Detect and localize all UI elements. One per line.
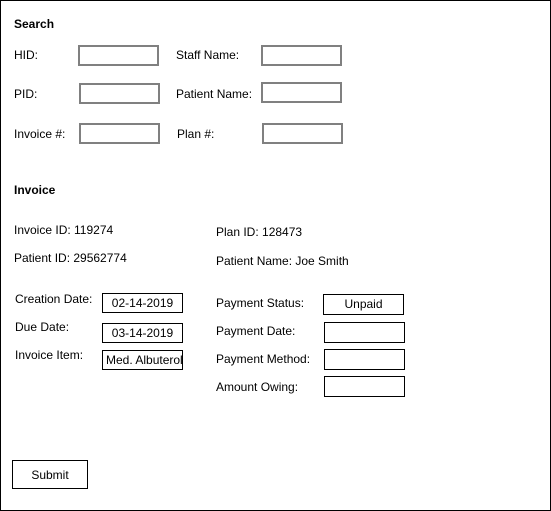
due-date-label: Due Date: (15, 320, 70, 334)
plan-number-input[interactable] (262, 123, 343, 144)
invoice-number-label: Invoice #: (14, 127, 66, 141)
pid-input[interactable] (79, 83, 160, 104)
invoice-id-text: Invoice ID: 119274 (14, 223, 114, 237)
patient-name-label: Patient Name: (176, 87, 253, 101)
payment-date-field[interactable] (324, 322, 405, 343)
payment-date-label: Payment Date: (216, 324, 296, 338)
invoice-number-input[interactable] (79, 123, 160, 144)
plan-number-label: Plan #: (177, 127, 215, 141)
staff-name-input[interactable] (261, 45, 342, 66)
patient-name-text: Patient Name: Joe Smith (216, 254, 349, 268)
payment-status-field[interactable]: Unpaid (323, 294, 404, 315)
staff-name-label: Staff Name: (176, 48, 240, 62)
plan-id-text: Plan ID: 128473 (216, 225, 303, 239)
patient-id-text: Patient ID: 29562774 (14, 251, 127, 265)
payment-method-field[interactable] (324, 349, 405, 370)
amount-owing-label: Amount Owing: (216, 380, 299, 394)
pid-label: PID: (14, 87, 38, 101)
creation-date-field[interactable]: 02-14-2019 (102, 293, 183, 313)
invoice-item-field[interactable]: Med. Albuterol (102, 350, 183, 370)
search-section-title: Search (14, 17, 55, 31)
invoice-item-label: Invoice Item: (15, 348, 84, 362)
amount-owing-field[interactable] (324, 376, 405, 397)
due-date-field[interactable]: 03-14-2019 (102, 323, 183, 343)
invoice-form-panel: Search HID: Staff Name: PID: Patient Nam… (0, 0, 551, 511)
creation-date-label: Creation Date: (15, 292, 93, 306)
payment-method-label: Payment Method: (216, 352, 311, 366)
hid-input[interactable] (78, 45, 159, 66)
submit-button[interactable]: Submit (12, 460, 88, 489)
patient-name-input[interactable] (261, 82, 342, 103)
hid-label: HID: (14, 48, 38, 62)
payment-status-label: Payment Status: (216, 296, 305, 310)
invoice-section-title: Invoice (14, 183, 56, 197)
